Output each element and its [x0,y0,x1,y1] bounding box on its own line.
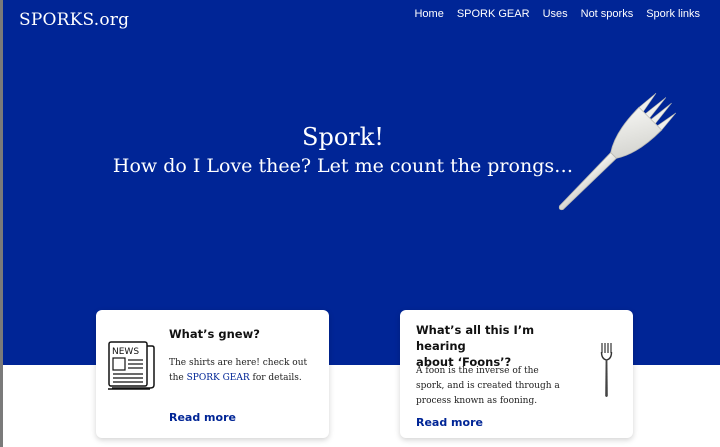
foons-card-title: What’s all this I’m hearing about ‘Foons… [416,322,576,370]
spork-icon [558,92,677,211]
news-card-text: The shirts are here! check out the SPORK… [169,356,321,386]
news-card-title: What’s gnew? [169,327,260,341]
news-card: NEWS What’s gnew? The shirts are here! c… [96,310,329,438]
news-read-more-link[interactable]: Read more [169,411,236,424]
foons-card-title-line1: What’s all this I’m hearing [416,323,535,353]
foons-read-more-link[interactable]: Read more [416,416,483,429]
site-logo[interactable]: SPORKS.org [19,10,129,30]
nav-uses[interactable]: Uses [543,8,568,20]
main-nav: Home SPORK GEAR Uses Not sporks Spork li… [401,8,700,20]
fork-icon [600,343,613,397]
newspaper-icon: NEWS [108,341,155,390]
foons-card: What’s all this I’m hearing about ‘Foons… [400,310,633,438]
window-edge [0,0,3,447]
foons-card-text: A foon is the inverse of the spork, and … [416,366,560,406]
news-card-text-end: for details. [252,373,302,383]
nav-spork-links[interactable]: Spork links [646,8,700,20]
nav-spork-gear[interactable]: SPORK GEAR [457,8,530,20]
newspaper-icon-label: NEWS [112,347,139,357]
nav-home[interactable]: Home [414,8,443,20]
nav-not-sporks[interactable]: Not sporks [581,8,634,20]
spork-gear-link[interactable]: SPORK GEAR [187,373,250,383]
